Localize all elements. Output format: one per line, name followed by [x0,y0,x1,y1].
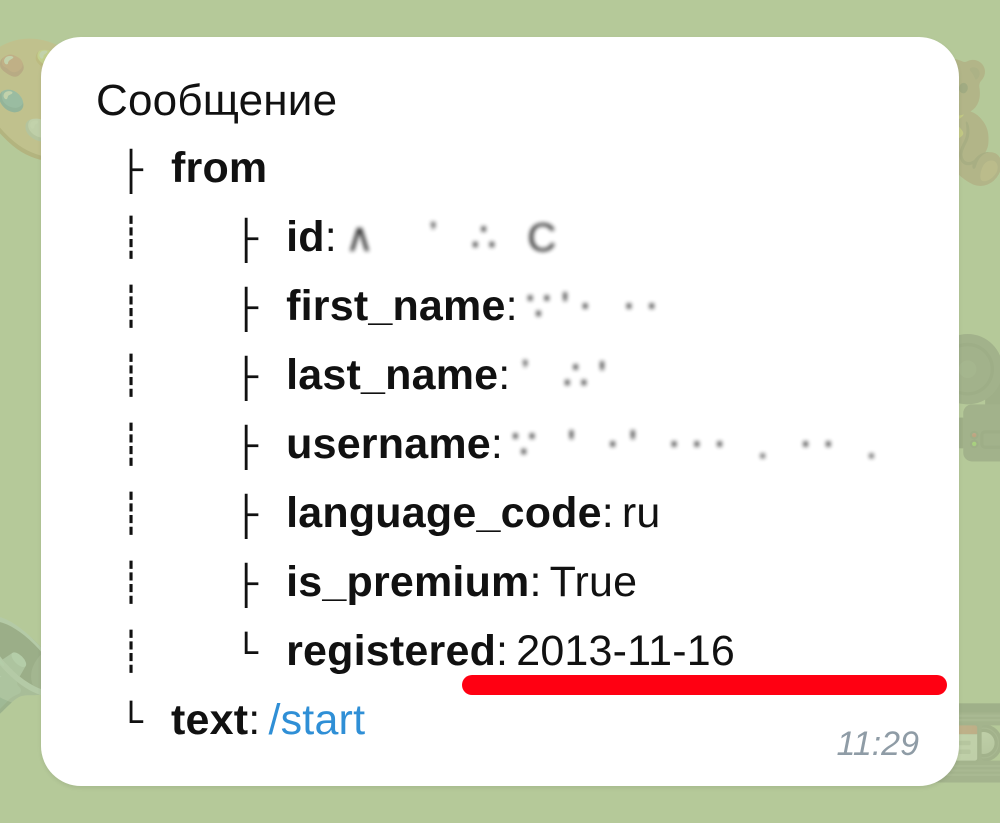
tree-branch-icon: ┊ ├ [96,556,280,618]
tree-branch-icon: ├ [96,142,165,204]
tree-branch-end-icon: ┊ └ [96,625,280,687]
field-value-id-redacted: ∧ ᾽ ∴ C [345,207,566,269]
field-key-is-premium: is_premium [286,549,529,616]
field-value-is-premium: True [550,549,638,616]
tree-branch-icon: ┊ ├ [96,487,280,549]
field-key-language-code: language_code [286,480,602,547]
field-key-last-name: last_name [286,342,498,409]
message-root: Сообщение [96,67,337,135]
tree-branch-icon: ┊ ├ [96,280,280,342]
field-value-username-redacted: ∵ ' ⋅' ⋅⋅⋅ . ⋅⋅ . [511,414,887,476]
message-bubble: Сообщение ├ from ┊ ├ id: ∧ ᾽ ∴ C ┊ ├ fir… [41,37,959,786]
tree-branch-end-icon: └ [96,694,165,756]
tree-branch-icon: ┊ ├ [96,211,280,273]
field-value-text-command[interactable]: /start [268,687,365,754]
from-label: from [171,135,267,202]
field-key-text: text [171,687,248,754]
tree-branch-icon: ┊ ├ [96,349,280,411]
message-timestamp: 11:29 [836,725,919,764]
field-value-first-name-redacted: ∵'⋅ ⋅⋅ [526,276,668,338]
field-value-language-code: ru [622,480,661,547]
field-key-registered: registered [286,618,496,685]
field-value-last-name-redacted: ᾽ ∴' [518,345,616,407]
field-key-username: username [286,411,491,478]
field-key-first-name: first_name [286,273,505,340]
field-key-id: id [286,204,325,271]
tree-branch-icon: ┊ ├ [96,418,280,480]
